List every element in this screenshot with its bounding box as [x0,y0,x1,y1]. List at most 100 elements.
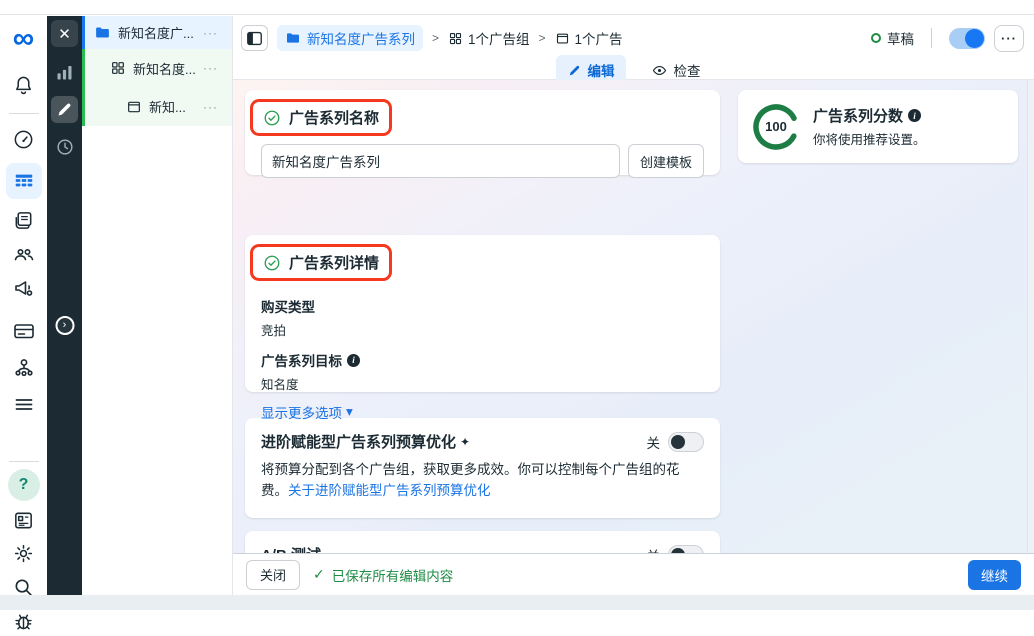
ad-frame-icon [126,99,142,115]
gear-icon [12,542,35,565]
budget-card-title: 进阶赋能型广告系列预算优化 [261,431,456,452]
show-more-options-label: 显示更多选项 [261,402,342,422]
budget-card-header: 进阶赋能型广告系列预算优化 ✦ 关 [261,431,704,452]
expand-panel-button[interactable]: › [55,316,74,335]
ab-test-title: A/B 测试 [261,544,321,553]
breadcrumb: 新知名度广告系列 > 1个广告组 > 1个广告 草稿 ··· [233,16,1034,54]
tree-item-ad[interactable]: 新知... ··· [85,87,232,126]
adset-grid-icon [110,60,126,76]
billing-icon[interactable] [7,316,41,346]
tab-review-label: 检查 [674,60,701,80]
campaign-name-card: 广告系列名称 创建模板 [245,90,720,175]
breadcrumb-separator-icon: > [539,31,546,45]
ads-manager-icon[interactable] [7,273,41,303]
continue-button[interactable]: 继续 [968,560,1021,590]
budget-toggle-label: 关 [647,432,661,452]
editor-tool-panel: ✕ › [47,16,82,595]
account-overview-icon[interactable] [7,124,41,154]
budget-description: 将预算分配到各个广告组，获取更多成效。你可以控制每个广告组的花费。关于进阶赋能型… [261,460,704,502]
ad-frame-icon [555,31,570,46]
campaign-name-title: 广告系列名称 [289,107,379,128]
close-editor-button[interactable]: ✕ [51,20,78,47]
more-icon: ··· [1001,31,1017,46]
help-button[interactable]: ? [7,470,41,500]
more-options-icon[interactable]: ··· [203,61,218,75]
info-icon[interactable]: i [347,354,360,367]
credit-card-icon [12,319,36,343]
folder-icon [94,24,111,41]
tree-item-label: 新知... [149,97,186,116]
score-gauge: 100 [752,103,800,151]
more-options-icon[interactable]: ··· [203,26,218,40]
ab-test-card: A/B 测试 关 [245,531,720,553]
edit-mode-button[interactable] [51,96,78,123]
campaign-active-toggle[interactable] [949,28,985,49]
chevron-right-icon: › [63,319,67,331]
history-button[interactable] [51,133,78,160]
tab-edit-label: 编辑 [588,60,615,80]
toggle-sidebar-button[interactable] [241,25,268,51]
budget-toggle[interactable] [668,432,704,452]
window-bottom-strip [0,595,1034,610]
tree-item-campaign[interactable]: 新知名度广... ··· [82,16,232,49]
gauge-icon [12,128,35,151]
rail-divider [9,461,39,462]
ab-test-header: A/B 测试 关 [261,544,704,553]
annotation-box-campaign-details: 广告系列详情 [250,244,392,281]
objective-label: 广告系列目标 i [261,350,704,370]
toggle-knob [965,29,984,48]
show-more-options-link[interactable]: 显示更多选项 ▾ [261,402,353,422]
saved-status-label: 已保存所有编辑内容 [332,565,454,585]
meta-logo-icon[interactable]: ∞ [7,22,41,56]
editor-footer: 关闭 ✓ 已保存所有编辑内容 继续 [233,553,1034,595]
header-more-button[interactable]: ··· [994,25,1024,52]
performance-chart-button[interactable] [51,59,78,86]
bug-icon [12,610,35,633]
breadcrumb-adset[interactable]: 1个广告组 [448,28,530,48]
budget-optimization-card: 进阶赋能型广告系列预算优化 ✦ 关 将预算分配到各个广告组，获取更多成效。你可以… [245,418,720,518]
score-subtitle: 你将使用推荐设置。 [813,129,926,148]
info-icon[interactable]: i [908,109,921,122]
adset-grid-icon [448,31,463,46]
notifications-bell-icon[interactable] [7,70,41,100]
buy-type-label: 购买类型 [261,296,704,316]
close-button[interactable]: 关闭 [246,560,300,590]
annotation-box-campaign-name: 广告系列名称 [250,99,392,136]
ab-test-toggle-label: 关 [647,545,661,554]
all-tools-menu-icon[interactable] [7,389,41,419]
check-icon: ✓ [313,566,325,583]
settings-column: 广告系列名称 创建模板 广告系列详情 购买类型 竞拍 广告系列目标 i [245,90,720,553]
tree-item-adset[interactable]: 新知名度... ··· [85,49,232,87]
hamburger-icon [12,392,36,416]
breadcrumb-campaign[interactable]: 新知名度广告系列 [277,25,423,51]
rail-divider [9,113,39,114]
business-assets-icon[interactable] [7,352,41,382]
more-options-icon[interactable]: ··· [203,100,218,114]
score-title: 广告系列分数 [813,105,903,126]
check-circle-icon [263,254,281,272]
campaign-score-card: 100 广告系列分数 i 你将使用推荐设置。 [738,90,1018,163]
content-scrollbar[interactable] [1027,80,1034,553]
close-icon: ✕ [58,25,71,43]
report-bug-button[interactable] [7,606,41,636]
audiences-icon[interactable] [7,239,41,269]
newspaper-icon [12,509,35,532]
budget-learn-more-link[interactable]: 关于进阶赋能型广告系列预算优化 [288,483,491,498]
pencil-icon [567,63,582,78]
reports-icon[interactable] [7,505,41,535]
clock-icon [55,137,75,157]
ab-test-toggle[interactable] [668,545,704,554]
create-template-button[interactable]: 创建模板 [628,144,704,178]
sparkle-icon: ✦ [460,435,470,449]
campaign-name-input[interactable] [261,144,620,178]
campaigns-table-icon[interactable] [6,163,42,199]
breadcrumb-separator-icon: > [432,31,439,45]
stacked-pages-icon [12,209,35,232]
org-person-icon [12,355,36,379]
settings-icon-button[interactable] [7,538,41,568]
eye-icon [651,62,668,79]
pages-icon[interactable] [7,205,41,235]
breadcrumb-ad[interactable]: 1个广告 [555,28,623,48]
caret-down-icon: ▾ [346,404,353,420]
window-top-strip [0,0,1034,15]
